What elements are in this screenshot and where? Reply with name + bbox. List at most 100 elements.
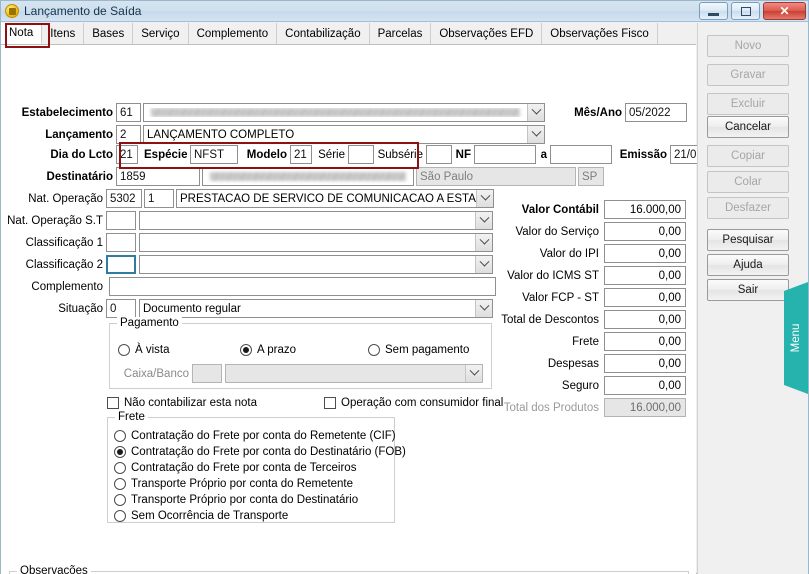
frete-option-cif[interactable]: Contratação do Frete por conta do Remete…: [114, 428, 406, 444]
gravar-button[interactable]: Gravar: [707, 64, 789, 86]
button-label: Colar: [734, 176, 762, 188]
total-value[interactable]: 0,00: [604, 244, 686, 263]
colar-button[interactable]: Colar: [707, 171, 789, 193]
radio-icon[interactable]: [114, 430, 126, 442]
radio-icon[interactable]: [240, 344, 252, 356]
total-label: Valor FCP - ST: [522, 291, 599, 304]
tab-observacoes-efd[interactable]: Observações EFD: [431, 23, 543, 44]
radio-icon[interactable]: [114, 478, 126, 490]
option-label: À vista: [135, 344, 170, 356]
desfazer-button[interactable]: Desfazer: [707, 197, 789, 219]
dia-lcto-input[interactable]: [116, 145, 138, 164]
nat-operacao-sub-input[interactable]: [144, 189, 174, 208]
checkbox-icon[interactable]: [107, 397, 119, 409]
total-value[interactable]: 0,00: [604, 222, 686, 241]
radio-icon[interactable]: [368, 344, 380, 356]
situacao-code-input[interactable]: [106, 299, 136, 318]
tab-parcelas[interactable]: Parcelas: [369, 23, 432, 44]
total-row-frete: Frete 0,00: [482, 332, 686, 351]
button-label: Desfazer: [724, 202, 772, 214]
frete-option-proprio-destinatario[interactable]: Transporte Próprio por conta do Destinat…: [114, 492, 406, 508]
pagamento-group-title: Pagamento: [117, 317, 182, 329]
tab-nota[interactable]: Nota: [1, 23, 43, 44]
total-value[interactable]: 0,00: [604, 266, 686, 285]
radio-icon[interactable]: [114, 494, 126, 506]
classificacao-2-combo[interactable]: [139, 255, 493, 274]
frete-option-terceiros[interactable]: Contratação do Frete por conta de Tercei…: [114, 460, 406, 476]
chevron-down-icon: [465, 365, 482, 382]
chevron-down-icon[interactable]: [527, 104, 544, 121]
menu-side-tab[interactable]: Menu: [784, 282, 808, 394]
modelo-input[interactable]: [290, 145, 312, 164]
sair-button[interactable]: Sair: [707, 279, 789, 301]
total-value[interactable]: 0,00: [604, 288, 686, 307]
tab-label: Observações Fisco: [550, 27, 649, 40]
total-value[interactable]: 0,00: [604, 310, 686, 329]
checkbox-nao-contabilizar[interactable]: Não contabilizar esta nota: [107, 397, 257, 409]
copiar-button[interactable]: Copiar: [707, 145, 789, 167]
excluir-button[interactable]: Excluir: [707, 93, 789, 115]
restore-button[interactable]: [731, 2, 760, 20]
tab-observacoes-fisco[interactable]: Observações Fisco: [542, 23, 658, 44]
radio-icon[interactable]: [114, 462, 126, 474]
total-value[interactable]: 0,00: [604, 332, 686, 351]
pagamento-options: À vista A prazo Sem pagamento: [118, 342, 486, 358]
nf-to-input[interactable]: [550, 145, 612, 164]
destinatario-name-value[interactable]: [202, 167, 414, 186]
checkbox-operacao-consumidor-final[interactable]: Operação com consumidor final: [324, 397, 503, 409]
frete-option-fob[interactable]: Contratação do Frete por conta do Destin…: [114, 444, 406, 460]
estabelecimento-combo[interactable]: [143, 103, 545, 122]
tab-bases[interactable]: Bases: [84, 23, 134, 44]
field-row-documento: Dia do Lcto Espécie Modelo Série Subséri…: [1, 145, 736, 164]
field-row-situacao: Situação Documento regular: [1, 299, 493, 318]
tab-contabilizacao[interactable]: Contabilização: [277, 23, 370, 44]
nat-operacao-st-combo[interactable]: [139, 211, 493, 230]
complemento-input[interactable]: [109, 277, 496, 296]
nat-operacao-st-code-input[interactable]: [106, 211, 136, 230]
classificacao-2-code-input[interactable]: [106, 255, 136, 274]
redacted-text: [151, 108, 520, 117]
total-value[interactable]: 0,00: [604, 354, 686, 373]
novo-button[interactable]: Novo: [707, 35, 789, 57]
lancamento-combo[interactable]: LANÇAMENTO COMPLETO: [143, 125, 545, 144]
serie-input[interactable]: [348, 145, 374, 164]
pagamento-option-sem-pagamento[interactable]: Sem pagamento: [368, 342, 469, 358]
nf-from-input[interactable]: [474, 145, 536, 164]
lancamento-code-input[interactable]: [116, 125, 141, 144]
total-label: Total de Descontos: [501, 313, 599, 326]
chevron-down-icon[interactable]: [527, 126, 544, 143]
classificacao-1-code-input[interactable]: [106, 233, 136, 252]
pagamento-option-a-vista[interactable]: À vista: [118, 342, 240, 358]
radio-icon[interactable]: [118, 344, 130, 356]
total-row-total-descontos: Total de Descontos 0,00: [482, 310, 686, 329]
especie-input[interactable]: [190, 145, 238, 164]
pagamento-option-a-prazo[interactable]: A prazo: [240, 342, 368, 358]
frete-option-sem-ocorrencia[interactable]: Sem Ocorrência de Transporte: [114, 508, 406, 524]
frete-option-proprio-remetente[interactable]: Transporte Próprio por conta do Remetent…: [114, 476, 406, 492]
destinatario-code-value[interactable]: 1859: [116, 167, 200, 186]
tab-complemento[interactable]: Complemento: [188, 23, 278, 44]
close-button[interactable]: ✕: [763, 2, 806, 20]
nat-operacao-combo[interactable]: PRESTACAO DE SERVICO DE COMUNICACAO A ES…: [176, 189, 494, 208]
total-value[interactable]: 16.000,00: [604, 200, 686, 219]
tab-itens[interactable]: Itens: [42, 23, 85, 44]
field-row-estabelecimento: Estabelecimento Mês/Ano: [1, 103, 687, 122]
mes-ano-input[interactable]: [625, 103, 687, 122]
total-label: Valor do IPI: [539, 247, 599, 260]
tab-servico[interactable]: Serviço: [133, 23, 189, 44]
classificacao-1-combo[interactable]: [139, 233, 493, 252]
radio-icon[interactable]: [114, 446, 126, 458]
estabelecimento-code-input[interactable]: [116, 103, 141, 122]
total-value[interactable]: 0,00: [604, 376, 686, 395]
ajuda-button[interactable]: Ajuda: [707, 254, 789, 276]
checkbox-icon[interactable]: [324, 397, 336, 409]
nat-operacao-code-input[interactable]: [106, 189, 142, 208]
pesquisar-button[interactable]: Pesquisar: [707, 229, 789, 251]
minimize-button[interactable]: [699, 2, 728, 20]
subserie-input[interactable]: [426, 145, 452, 164]
button-label: Excluir: [730, 98, 766, 110]
mes-ano-label: Mês/Ano: [574, 106, 622, 119]
radio-icon[interactable]: [114, 510, 126, 522]
situacao-combo[interactable]: Documento regular: [139, 299, 493, 318]
cancelar-button[interactable]: Cancelar: [707, 116, 789, 138]
